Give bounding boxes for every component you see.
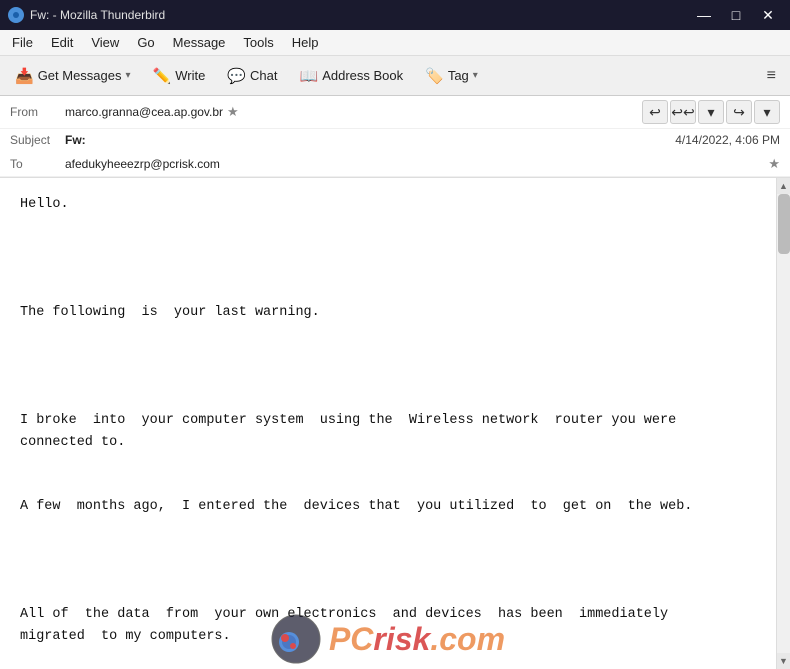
to-label: To xyxy=(10,157,65,171)
email-header: From marco.granna@cea.ap.gov.br ★ ↩ ↩↩ ▾… xyxy=(0,96,790,178)
from-star-icon[interactable]: ★ xyxy=(227,104,239,120)
close-button[interactable]: ✕ xyxy=(754,4,782,26)
menu-go[interactable]: Go xyxy=(129,33,162,52)
get-messages-arrow[interactable]: ▾ xyxy=(126,70,131,81)
tag-icon: 🏷️ xyxy=(425,67,444,85)
write-label: Write xyxy=(175,68,205,83)
hamburger-button[interactable]: ≡ xyxy=(759,63,784,89)
menu-help[interactable]: Help xyxy=(284,33,327,52)
get-messages-button[interactable]: 📥 Get Messages ▾ xyxy=(6,62,140,90)
maximize-button[interactable]: □ xyxy=(722,4,750,26)
get-messages-label: Get Messages xyxy=(38,68,122,83)
window-title: Fw: - Mozilla Thunderbird xyxy=(30,8,165,22)
minimize-button[interactable]: — xyxy=(690,4,718,26)
menu-edit[interactable]: Edit xyxy=(43,33,81,52)
to-value: afedukyheeezrp@pcrisk.com xyxy=(65,157,764,171)
nav-buttons: ↩ ↩↩ ▾ ↪ ▾ xyxy=(642,100,780,124)
get-messages-icon: 📥 xyxy=(15,67,34,85)
scroll-down-button[interactable]: ▼ xyxy=(777,653,790,669)
reply-button[interactable]: ↩ xyxy=(642,100,668,124)
from-value: marco.granna@cea.ap.gov.br xyxy=(65,105,223,119)
tag-arrow[interactable]: ▾ xyxy=(473,70,478,81)
menubar: File Edit View Go Message Tools Help xyxy=(0,30,790,56)
chat-label: Chat xyxy=(250,68,277,83)
forward-button[interactable]: ↪ xyxy=(726,100,752,124)
email-body[interactable]: Hello. The following is your last warnin… xyxy=(0,178,776,669)
subject-value: Fw: xyxy=(65,133,86,147)
chat-icon: 💬 xyxy=(227,67,246,85)
menu-file[interactable]: File xyxy=(4,33,41,52)
reply-all-button[interactable]: ↩↩ xyxy=(670,100,696,124)
prev-button[interactable]: ▾ xyxy=(698,100,724,124)
from-row: From marco.granna@cea.ap.gov.br ★ ↩ ↩↩ ▾… xyxy=(0,96,790,129)
write-icon: ✏️ xyxy=(153,67,172,85)
address-book-button[interactable]: 📖 Address Book xyxy=(291,62,413,90)
menu-view[interactable]: View xyxy=(83,33,127,52)
body-text: Hello. The following is your last warnin… xyxy=(20,194,756,647)
scroll-thumb[interactable] xyxy=(778,194,790,254)
subject-label: Subject xyxy=(10,133,65,147)
window-controls: — □ ✕ xyxy=(690,4,782,26)
menu-tools[interactable]: Tools xyxy=(235,33,281,52)
write-button[interactable]: ✏️ Write xyxy=(144,62,215,90)
address-book-label: Address Book xyxy=(322,68,403,83)
menu-message[interactable]: Message xyxy=(165,33,234,52)
toolbar: 📥 Get Messages ▾ ✏️ Write 💬 Chat 📖 Addre… xyxy=(0,56,790,96)
app-icon xyxy=(8,7,24,23)
titlebar: Fw: - Mozilla Thunderbird — □ ✕ xyxy=(0,0,790,30)
subject-row: Subject Fw: 4/14/2022, 4:06 PM xyxy=(0,129,790,151)
scrollbar[interactable]: ▲ ▼ xyxy=(776,178,790,669)
chat-button[interactable]: 💬 Chat xyxy=(218,62,286,90)
address-book-icon: 📖 xyxy=(300,67,319,85)
email-date: 4/14/2022, 4:06 PM xyxy=(675,133,780,147)
tag-label: Tag xyxy=(448,68,469,83)
from-label: From xyxy=(10,105,65,119)
to-star-icon[interactable]: ★ xyxy=(768,156,780,172)
main-content: From marco.granna@cea.ap.gov.br ★ ↩ ↩↩ ▾… xyxy=(0,96,790,669)
scroll-up-button[interactable]: ▲ xyxy=(777,178,790,194)
to-row: To afedukyheeezrp@pcrisk.com ★ xyxy=(0,151,790,177)
scroll-track[interactable] xyxy=(777,194,790,653)
more-button[interactable]: ▾ xyxy=(754,100,780,124)
tag-button[interactable]: 🏷️ Tag ▾ xyxy=(416,62,487,90)
email-body-wrapper: Hello. The following is your last warnin… xyxy=(0,178,790,669)
